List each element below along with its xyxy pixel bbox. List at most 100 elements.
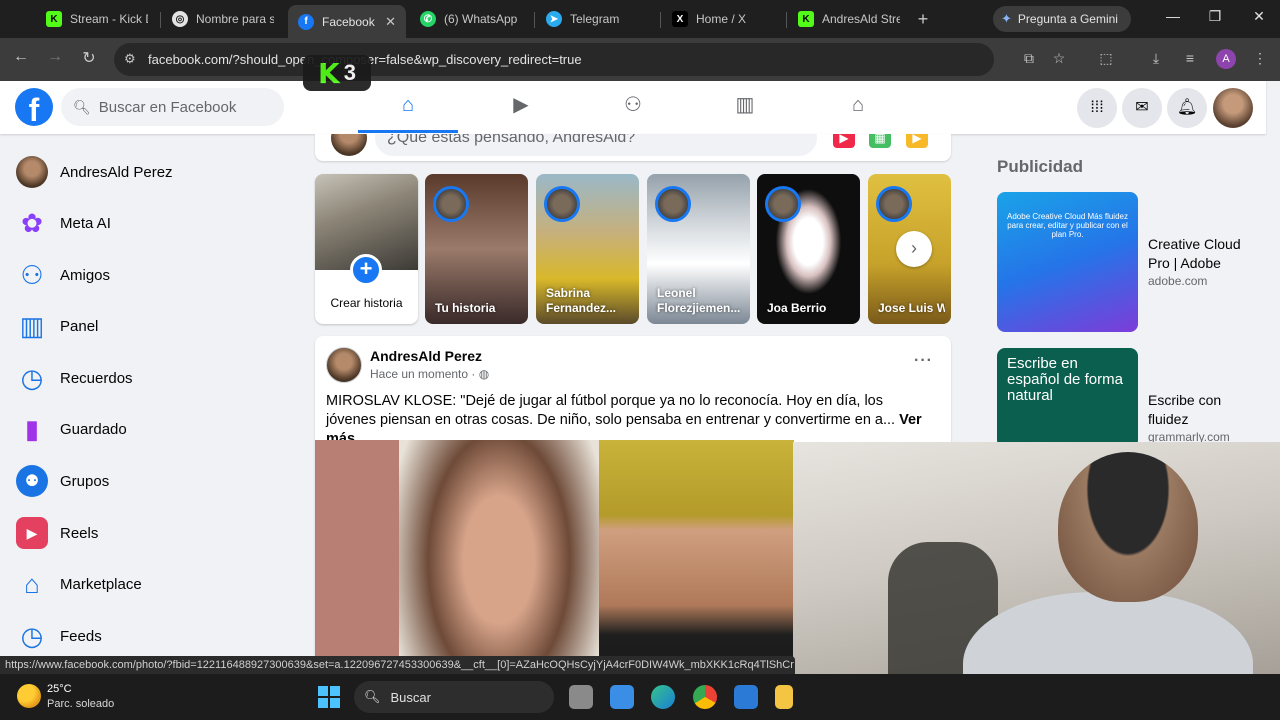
install-app-icon[interactable]: ⧉ <box>1019 50 1039 67</box>
dashboard-icon: ▥ <box>19 310 45 341</box>
facebook-search-input[interactable]: 🔍︎ Buscar en Facebook <box>61 88 284 126</box>
live-video-icon[interactable]: ▶ <box>833 134 855 148</box>
chrome-menu-icon[interactable]: ⋮ <box>1250 50 1270 67</box>
globe-icon: ◍ <box>478 367 490 381</box>
ad-image-adobe[interactable]: Adobe Creative Cloud Más fluidez para cr… <box>997 192 1138 332</box>
site-settings-icon[interactable]: ⚙ <box>124 51 136 67</box>
chevron-right-icon[interactable]: › <box>896 231 932 267</box>
close-window-icon[interactable]: ✕ <box>1244 8 1274 25</box>
story-card[interactable]: Tu historia <box>425 174 528 324</box>
sidebar-item-memories[interactable]: ◷ Recuerdos <box>8 354 298 402</box>
chatgpt-icon: ◎ <box>172 11 188 27</box>
sidebar-item-saved[interactable]: ▮ Guardado <box>8 405 298 453</box>
tab-chatgpt[interactable]: ◎ Nombre para st <box>162 5 284 33</box>
story-name: Jose Luis Wos <box>878 301 945 315</box>
post-time[interactable]: Hace un momento · ◍ <box>370 367 489 381</box>
ad-title[interactable]: Creative Cloud Pro | Adobe <box>1148 235 1258 273</box>
tab-kick-channel[interactable]: K AndresAld Strea <box>788 5 910 33</box>
task-view-icon[interactable] <box>569 685 593 709</box>
sidebar-item-groups[interactable]: ⚉ Grupos <box>8 457 298 505</box>
ad-title[interactable]: Escribe con fluidez <box>1148 391 1258 429</box>
sidebar-item-label: AndresAld Perez <box>60 163 173 181</box>
extensions-icon[interactable]: ⬚ <box>1096 50 1116 67</box>
account-avatar[interactable] <box>1213 88 1253 128</box>
weather-temperature[interactable]: 25°C <box>47 683 72 695</box>
tab-whatsapp[interactable]: ✆ (6) WhatsApp <box>410 5 532 33</box>
windows-taskbar: 25°C Parc. soleado 🔍︎ Buscar <box>0 674 1280 720</box>
sidebar-item-reels[interactable]: ▶ Reels <box>8 509 298 557</box>
sidebar-item-label: Recuerdos <box>60 369 133 387</box>
gemini-button[interactable]: ✦ Pregunta a Gemini <box>993 6 1131 32</box>
bookmark-star-icon[interactable]: ☆ <box>1049 50 1069 67</box>
composer-input[interactable]: ¿Qué estás pensando, AndresAld? <box>375 134 817 156</box>
microsoft-store-icon[interactable] <box>610 685 634 709</box>
close-tab-icon[interactable]: ✕ <box>385 14 396 30</box>
sidebar-item-dashboard[interactable]: ▥ Panel <box>8 302 298 350</box>
video-icon[interactable]: ▶ <box>509 93 533 117</box>
menu-grid-icon[interactable]: ⁞⁞⁞ <box>1077 88 1117 128</box>
kick-icon: K <box>798 11 814 27</box>
restore-icon[interactable]: ❐ <box>1200 8 1230 25</box>
weather-description[interactable]: Parc. soleado <box>47 698 114 710</box>
weather-sun-icon[interactable] <box>17 684 41 708</box>
tab-title: Stream - Kick Da <box>70 12 148 26</box>
reload-icon[interactable]: ↻ <box>77 48 101 68</box>
new-tab-button[interactable]: + <box>913 9 933 30</box>
sidebar-item-profile[interactable]: AndresAld Perez <box>8 148 298 196</box>
reel-icon[interactable]: ▶ <box>906 134 928 148</box>
story-card[interactable]: Joa Berrio <box>757 174 860 324</box>
sidebar-item-label: Grupos <box>60 472 110 490</box>
dashboard-nav-icon[interactable]: ▥ <box>733 93 757 117</box>
link-status-bar: https://www.facebook.com/photo/?fbid=122… <box>0 656 795 674</box>
notifications-bell-icon[interactable]: 🔔︎ <box>1167 88 1207 128</box>
composer-avatar <box>331 134 367 156</box>
story-card[interactable]: Sabrina Fernandez... <box>536 174 639 324</box>
sidebar-item-label: Guardado <box>60 420 127 438</box>
chrome-profile-avatar[interactable]: A <box>1216 49 1236 69</box>
whatsapp-icon: ✆ <box>420 11 436 27</box>
tab-facebook[interactable]: f Facebook ✕ <box>288 5 406 38</box>
taskbar-search-label: Buscar <box>390 689 431 705</box>
download-icon[interactable]: ⤓ <box>1146 50 1166 67</box>
sponsored-heading: Publicidad <box>997 157 1083 176</box>
story-card[interactable]: Leonel Florezjiemen... <box>647 174 750 324</box>
post-author[interactable]: AndresAld Perez <box>370 348 482 364</box>
facebook-logo[interactable]: f <box>15 88 53 126</box>
media-control-icon[interactable]: ≡ <box>1180 50 1200 66</box>
forward-arrow-icon[interactable]: → <box>43 48 67 66</box>
add-story-icon[interactable]: + <box>350 254 382 286</box>
chrome-icon[interactable] <box>693 685 717 709</box>
sidebar-item-label: Meta AI <box>60 214 111 232</box>
post-author-avatar[interactable] <box>326 347 362 383</box>
sidebar-item-friends[interactable]: ⚇ Amigos <box>8 251 298 299</box>
vscode-icon[interactable] <box>734 685 758 709</box>
friends-nav-icon[interactable]: ⚇ <box>621 93 645 117</box>
messenger-icon[interactable]: ✉ <box>1122 88 1162 128</box>
back-arrow-icon[interactable]: ← <box>9 48 33 66</box>
tab-title: (6) WhatsApp <box>444 12 518 26</box>
story-avatar <box>655 186 691 222</box>
address-bar[interactable]: ⚙ facebook.com/?should_open_composer=fal… <box>114 43 994 76</box>
groups-icon: ⚉ <box>16 465 48 497</box>
story-name: Tu historia <box>435 301 496 315</box>
ad-image-grammarly[interactable]: Escribe en español de forma natural <box>997 348 1138 448</box>
create-story-card[interactable]: + Crear historia <box>315 174 418 324</box>
edge-icon[interactable] <box>651 685 675 709</box>
tab-x[interactable]: X Home / X <box>662 5 784 33</box>
sidebar-item-meta-ai[interactable]: ✿ Meta AI <box>8 199 298 247</box>
taskbar-search[interactable]: 🔍︎ Buscar <box>354 681 554 713</box>
home-icon[interactable]: ⌂ <box>396 93 420 117</box>
sidebar-item-marketplace[interactable]: ⌂ Marketplace <box>8 560 298 608</box>
tab-kick-stream[interactable]: K Stream - Kick Da <box>36 5 158 33</box>
minimize-icon[interactable]: — <box>1158 8 1188 24</box>
friends-icon: ⚇ <box>20 259 44 290</box>
marketplace-nav-icon[interactable]: ⌂ <box>846 93 870 117</box>
sidebar-item-label: Reels <box>60 524 99 542</box>
post-options-button[interactable]: ··· <box>914 352 933 370</box>
tab-telegram[interactable]: ➤ Telegram <box>536 5 658 33</box>
file-explorer-icon[interactable] <box>775 685 793 709</box>
sidebar-item-feeds[interactable]: ◷ Feeds <box>8 612 298 660</box>
photo-video-icon[interactable]: ▦ <box>869 134 891 148</box>
tab-separator <box>786 12 787 28</box>
windows-start-icon[interactable] <box>318 686 340 708</box>
